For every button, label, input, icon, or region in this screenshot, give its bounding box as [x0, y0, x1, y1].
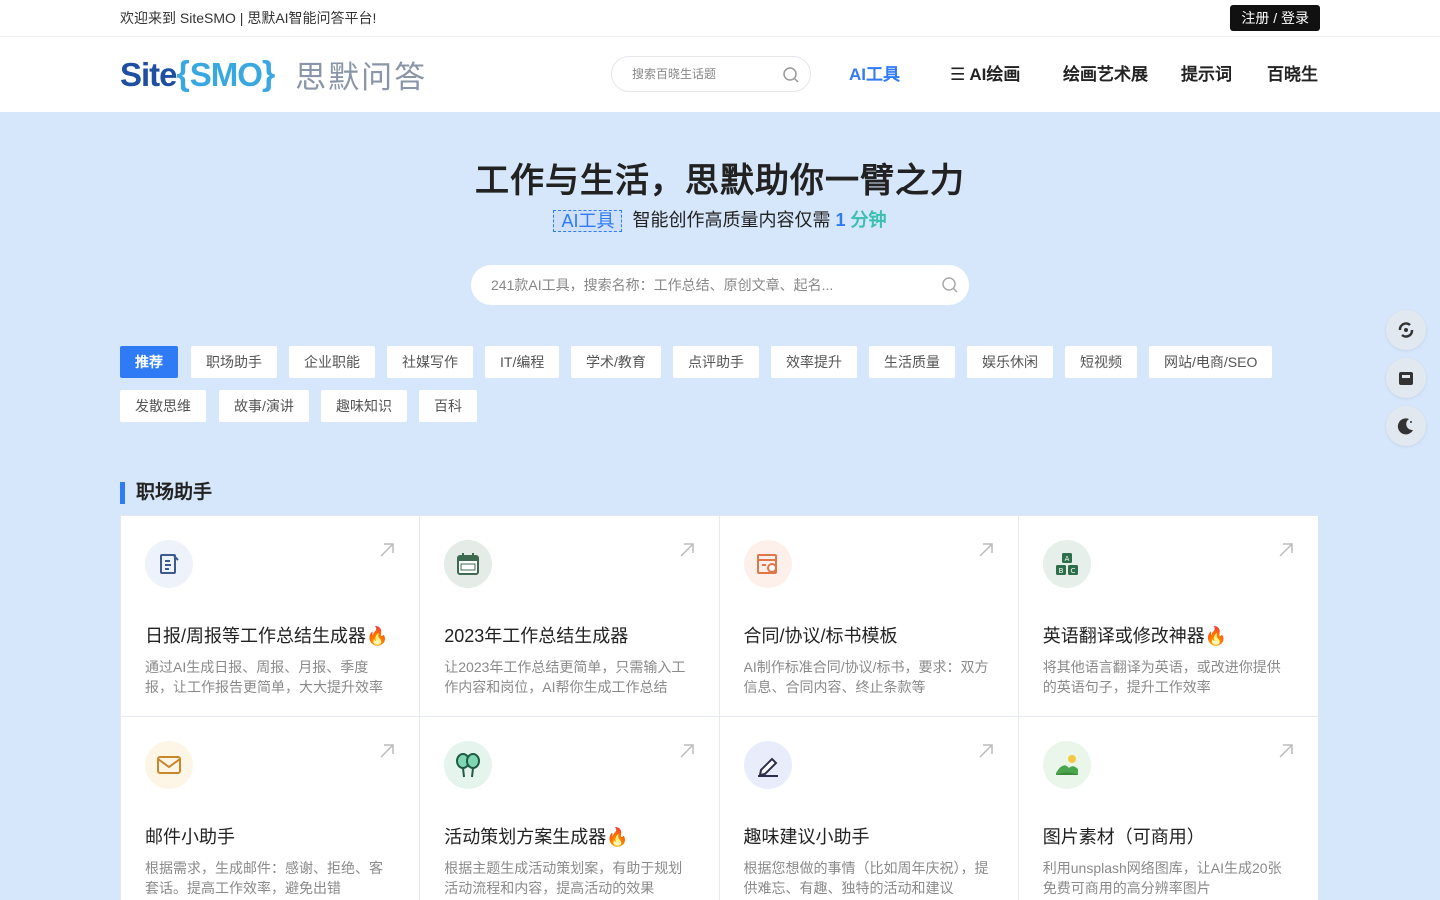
- svg-text:C: C: [1070, 567, 1075, 575]
- category-tab[interactable]: 社媒写作: [387, 346, 473, 378]
- top-bar: 欢迎来到 SiteSMO | 思默AI智能问答平台! 注册 / 登录: [0, 0, 1440, 37]
- search-icon[interactable]: [941, 276, 959, 294]
- tool-name: 英语翻译或修改神器🔥: [1042, 626, 1228, 646]
- arrow-up-right-icon[interactable]: [978, 542, 994, 558]
- tool-card[interactable]: 邮件小助手 根据需求，生成邮件：感谢、拒绝、客套话。提高工作效率，避免出错: [121, 717, 421, 900]
- site-header: Site { SMO } 思默问答 AI工具 ☰ AI绘画 绘画艺术展 提示词 …: [0, 37, 1440, 112]
- tool-card[interactable]: 日报/周报等工作总结生成器🔥 通过AI生成日报、周报、月报、季度报，让工作报告更…: [121, 516, 421, 717]
- contract-icon: [743, 540, 792, 588]
- svg-text:B: B: [1058, 567, 1063, 575]
- mail-icon: [145, 741, 193, 789]
- category-tab[interactable]: 学术/教育: [571, 346, 661, 378]
- hero-sub-number: 1: [835, 210, 846, 230]
- refresh-button[interactable]: [1386, 310, 1426, 350]
- inbox-icon: [1399, 372, 1413, 385]
- tool-description: 利用unsplash网络图库，让AI生成20张免费可商用的高分辨率图片: [1042, 860, 1282, 896]
- tool-card[interactable]: 活动策划方案生成器🔥 根据主题生成活动策划案，有助于规划活动流程和内容，提高活动…: [420, 717, 720, 900]
- category-tab[interactable]: 效率提升: [771, 346, 857, 378]
- nav-art-exhibition[interactable]: 绘画艺术展: [1063, 37, 1148, 112]
- arrow-up-right-icon[interactable]: [679, 743, 695, 759]
- nav-ai-tools[interactable]: AI工具: [849, 37, 900, 112]
- category-tab[interactable]: 故事/演讲: [219, 390, 309, 422]
- category-tab[interactable]: 推荐: [120, 346, 178, 378]
- welcome-text: 欢迎来到 SiteSMO | 思默AI智能问答平台!: [120, 10, 377, 26]
- tool-description: 将其他语言翻译为英语，或改进你提供的英语句子，提升工作效率: [1042, 659, 1281, 695]
- tool-card[interactable]: 合同/协议/标书模板 AI制作标准合同/协议/标书，要求：双方信息、合同内容、终…: [719, 516, 1019, 717]
- nav-ai-painting[interactable]: ☰ AI绘画: [950, 37, 1020, 112]
- arrow-up-right-icon[interactable]: [978, 743, 994, 759]
- tool-name: 2023年工作总结生成器: [444, 626, 629, 646]
- category-tab[interactable]: 职场助手: [191, 346, 277, 378]
- tool-name: 邮件小助手: [145, 827, 235, 847]
- tool-description: 根据需求，生成邮件：感谢、拒绝、客套话。提高工作效率，避免出错: [145, 860, 383, 896]
- hero-sub-unit: 分钟: [850, 210, 887, 230]
- tool-name: 活动策划方案生成器🔥: [444, 827, 629, 847]
- category-tab[interactable]: 百科: [419, 390, 477, 422]
- tool-card[interactable]: 趣味建议小助手 根据您想做的事情（比如周年庆祝），提供难忘、有趣、独特的活动和建…: [719, 717, 1019, 900]
- tool-name: 合同/协议/标书模板: [743, 626, 898, 646]
- hero-sub-text: 智能创作高质量内容仅需: [632, 210, 831, 230]
- tool-card[interactable]: 图片素材（可商用） 利用unsplash网络图库，让AI生成20张免费可商用的高…: [1018, 717, 1318, 900]
- category-tab[interactable]: 网站/电商/SEO: [1149, 346, 1273, 378]
- tool-search-input[interactable]: [491, 277, 911, 293]
- nav-prompts[interactable]: 提示词: [1181, 37, 1232, 112]
- landscape-icon: [1042, 741, 1091, 789]
- inbox-button[interactable]: [1386, 358, 1426, 398]
- hero-title: 工作与生活，思默助你一臂之力: [475, 162, 965, 200]
- svg-text:A: A: [1064, 555, 1069, 563]
- arrow-up-right-icon[interactable]: [379, 542, 395, 558]
- nav-baixiaosheng[interactable]: 百晓生: [1267, 37, 1318, 112]
- category-tab[interactable]: 短视频: [1065, 346, 1137, 378]
- login-button[interactable]: 注册 / 登录: [1230, 5, 1320, 31]
- arrow-up-right-icon[interactable]: [679, 542, 695, 558]
- tool-description: 通过AI生成日报、周报、月报、季度报，让工作报告更简单，大大提升效率: [145, 659, 383, 695]
- tool-name: 日报/周报等工作总结生成器🔥: [145, 626, 389, 646]
- hero-subtitle: AI工具 智能创作高质量内容仅需 1 分钟: [0, 206, 1440, 233]
- tool-grid: 日报/周报等工作总结生成器🔥 通过AI生成日报、周报、月报、季度报，让工作报告更…: [120, 515, 1318, 900]
- category-tab[interactable]: 点评助手: [673, 346, 759, 378]
- tool-description: 根据主题生成活动策划案，有助于规划活动流程和内容，提高活动的效果: [444, 860, 683, 896]
- category-tab[interactable]: 娱乐休闲: [967, 346, 1053, 378]
- balloons-icon: [444, 741, 493, 789]
- category-tab[interactable]: IT/编程: [485, 346, 560, 378]
- arrow-up-right-icon[interactable]: [1278, 542, 1294, 558]
- hero-search-box: [471, 265, 969, 305]
- arrow-up-right-icon[interactable]: [1278, 743, 1294, 759]
- main-nav: AI工具 ☰ AI绘画 绘画艺术展 提示词 百晓生: [0, 37, 1440, 112]
- tool-name: 图片素材（可商用）: [1042, 827, 1205, 847]
- tool-name: 趣味建议小助手: [743, 827, 870, 847]
- category-tab[interactable]: 企业职能: [289, 346, 375, 378]
- edit-pen-icon: [743, 741, 792, 789]
- arrow-up-right-icon[interactable]: [379, 743, 395, 759]
- tool-description: AI制作标准合同/协议/标书，要求：双方信息、合同内容、终止条款等: [743, 659, 989, 695]
- tool-card[interactable]: ABC 英语翻译或修改神器🔥 将其他语言翻译为英语，或改进你提供的英语句子，提升…: [1018, 516, 1318, 717]
- dark-mode-button[interactable]: [1386, 406, 1426, 446]
- abc-blocks-icon: ABC: [1042, 540, 1091, 588]
- category-tab[interactable]: 趣味知识: [321, 390, 407, 422]
- calendar-icon: [444, 540, 493, 588]
- moon-icon: [1397, 418, 1413, 435]
- section-title: 职场助手: [120, 482, 212, 504]
- hero-tag: AI工具: [553, 210, 623, 233]
- tool-description: 让2023年工作总结更简单，只需输入工作内容和岗位，AI帮你生成工作总结: [444, 659, 686, 695]
- category-tab[interactable]: 生活质量: [869, 346, 955, 378]
- refresh-icon: [1398, 322, 1414, 338]
- report-icon: [145, 540, 193, 588]
- tool-description: 根据您想做的事情（比如周年庆祝），提供难忘、有趣、独特的活动和建议: [743, 860, 989, 896]
- tool-card[interactable]: 2023年工作总结生成器 让2023年工作总结更简单，只需输入工作内容和岗位，A…: [420, 516, 720, 717]
- category-tab[interactable]: 发散思维: [120, 390, 206, 422]
